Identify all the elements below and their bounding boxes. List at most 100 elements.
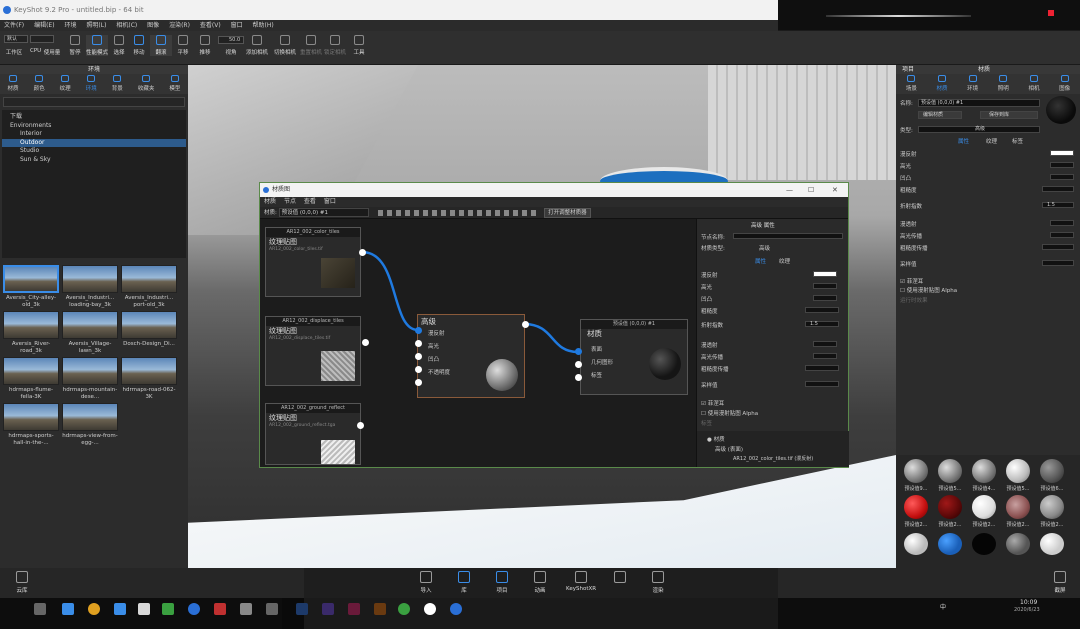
cpu-dropdown[interactable] (30, 35, 54, 43)
workspace-dropdown[interactable]: 默认 (4, 35, 28, 43)
texture-node-color[interactable]: AR12_002_color_tiles 纹理贴图 AR12_002_color… (265, 227, 361, 297)
tree-item-sun-sky[interactable]: Sun & Sky (2, 156, 186, 165)
subtab-material[interactable]: 材质 (936, 75, 947, 92)
node-output-port[interactable] (362, 339, 369, 346)
tool-select-button[interactable]: 选择 (108, 35, 130, 56)
illustrator-icon[interactable] (374, 603, 386, 615)
tab-models[interactable]: 模型 (169, 75, 180, 92)
taskbar-app-icon[interactable] (34, 603, 46, 615)
material-swatch[interactable]: 预设值6... (1038, 459, 1066, 492)
env-thumb[interactable]: hdrmaps-view-from-egg-... (62, 403, 118, 446)
menu-environment[interactable]: 环境 (64, 22, 76, 29)
tab-favorites[interactable]: 收藏夹 (138, 75, 154, 92)
tab-material-title[interactable]: 材质 (978, 66, 990, 73)
nw-material-dropdown[interactable]: 预设值 (0,0,0) #1 (278, 208, 369, 217)
rp-ior-field[interactable]: 1.5 (1042, 202, 1074, 208)
subtab-environment[interactable]: 环境 (967, 75, 978, 92)
nw-menu-view[interactable]: 查看 (304, 198, 316, 205)
menu-render[interactable]: 渲染(R) (169, 22, 190, 29)
tree-item-outdoor[interactable]: Outdoor (2, 138, 186, 147)
tab-project[interactable]: 项目 (902, 66, 914, 73)
add-camera-button[interactable]: 添加相机 (246, 35, 268, 56)
taskbar-lang[interactable]: 中 (940, 602, 946, 611)
rp-spec-transmission-swatch[interactable] (1050, 232, 1074, 238)
menu-edit[interactable]: 编辑(E) (34, 22, 54, 29)
nw-tool-icons[interactable] (378, 209, 539, 216)
env-thumb[interactable]: hdrmaps-mountain-dese... (62, 357, 118, 400)
menu-lighting[interactable]: 照明(L) (86, 22, 106, 29)
tool-pan-button[interactable]: 平移 (172, 35, 194, 56)
tools-button[interactable]: 工具 (348, 35, 370, 56)
taskbar-app-icon[interactable] (188, 603, 200, 615)
rp-diffuse-swatch[interactable] (1050, 150, 1074, 156)
menu-help[interactable]: 帮助(H) (253, 22, 274, 29)
rp-roughness-field[interactable] (1042, 186, 1074, 192)
rp-samples-field[interactable] (1042, 260, 1074, 266)
node-input-port[interactable] (415, 379, 422, 386)
material-swatch[interactable]: 预设值2... (1004, 495, 1032, 528)
ior-field[interactable]: 1.5 (805, 321, 839, 327)
material-swatch-ball[interactable] (1040, 533, 1064, 555)
material-swatch-ball[interactable] (1006, 533, 1030, 555)
pause-button[interactable]: 暂停 (64, 35, 86, 56)
env-thumb[interactable]: hdrmaps-sports-hall-in-the-... (3, 403, 59, 446)
taskbar-app-icon[interactable] (240, 603, 252, 615)
rp-diffuse-alpha-checkbox[interactable]: ☐ 使用漫射贴图 Alpha (900, 286, 957, 294)
animation-button[interactable]: 动画 (528, 571, 552, 594)
node-input-port[interactable] (575, 348, 582, 355)
maximize-icon[interactable]: ☐ (808, 183, 814, 197)
rp-fresnel-checkbox[interactable]: ☑ 菲涅耳 (900, 277, 923, 285)
spec-transmission-swatch[interactable] (813, 353, 837, 359)
node-input-port[interactable] (415, 327, 422, 334)
rough-transmission-field[interactable] (805, 365, 839, 371)
subtab-image[interactable]: 图像 (1059, 75, 1070, 92)
menu-image[interactable]: 图像 (147, 22, 159, 29)
material-swatch[interactable]: 预设值2... (970, 495, 998, 528)
tree-surface[interactable]: 高级 (表面) (715, 445, 743, 453)
rp-tab-textures[interactable]: 纹理 (986, 137, 997, 145)
menu-window[interactable]: 窗口 (231, 22, 243, 29)
keyshot-taskbar-icon[interactable] (450, 603, 462, 615)
menu-view[interactable]: 查看(V) (200, 22, 221, 29)
material-type-dropdown[interactable]: 高级 (918, 126, 1040, 133)
app-circle-icon[interactable] (424, 603, 436, 615)
material-swatch[interactable]: 预设值5... (936, 459, 964, 492)
material-swatch[interactable]: 预设值2... (902, 495, 930, 528)
cloud-library-button[interactable]: 云库 (10, 571, 34, 594)
photoshop-icon[interactable] (296, 603, 308, 615)
rp-tab-properties[interactable]: 属性 (958, 137, 969, 145)
nw-menu-window[interactable]: 窗口 (324, 198, 336, 205)
tool-tumble-button[interactable]: 翻滚 (150, 35, 172, 56)
tree-item-interior[interactable]: Interior (2, 130, 186, 139)
env-thumb[interactable]: Aversis_Industri... loading-bay_3k (62, 265, 118, 308)
rp-translucency-swatch[interactable] (1050, 220, 1074, 226)
tool-move-button[interactable]: 移动 (128, 35, 150, 56)
tool-dolly-button[interactable]: 推移 (194, 35, 216, 56)
roughness-field[interactable] (805, 307, 839, 313)
advanced-material-node[interactable]: 高级 漫反射 高光 凹凸 不透明度 (417, 314, 525, 398)
tab-colors[interactable]: 颜色 (34, 75, 45, 92)
env-thumb[interactable]: Aversis_River-road_3k (3, 311, 59, 354)
project-button[interactable]: 项目 (490, 571, 514, 594)
material-swatch[interactable]: 预设值5... (1004, 459, 1032, 492)
render-button[interactable]: 渲染 (646, 571, 670, 594)
taskbar-app-icon[interactable] (162, 603, 174, 615)
lock-camera-button[interactable]: 锁定相机 (324, 35, 346, 56)
tree-item-environments[interactable]: Environments (2, 122, 186, 131)
chrome-icon[interactable] (398, 603, 410, 615)
minimize-icon[interactable]: — (786, 183, 793, 197)
texture-node-ground[interactable]: AR12_002_ground_reflect 纹理贴图 AR12_002_gr… (265, 403, 361, 465)
tab-environments[interactable]: 环境 (86, 75, 97, 92)
nw-menu-node[interactable]: 节点 (284, 198, 296, 205)
tree-diffuse-texture[interactable]: AR12_002_color_tiles.tif (漫反射) (733, 455, 813, 462)
material-swatch-ball[interactable] (904, 533, 928, 555)
performance-mode-button[interactable]: 性能模式 (86, 35, 108, 56)
save-to-library-button[interactable]: 保存到库 (980, 111, 1038, 119)
taskbar-time[interactable]: 10:09 (1020, 599, 1037, 606)
menu-file[interactable]: 文件(F) (4, 22, 24, 29)
taskbar-app-icon[interactable] (88, 603, 100, 615)
node-input-port[interactable] (415, 353, 422, 360)
close-icon[interactable]: ✕ (832, 183, 838, 197)
bump-color-swatch[interactable] (813, 295, 837, 301)
node-input-port[interactable] (415, 366, 422, 373)
